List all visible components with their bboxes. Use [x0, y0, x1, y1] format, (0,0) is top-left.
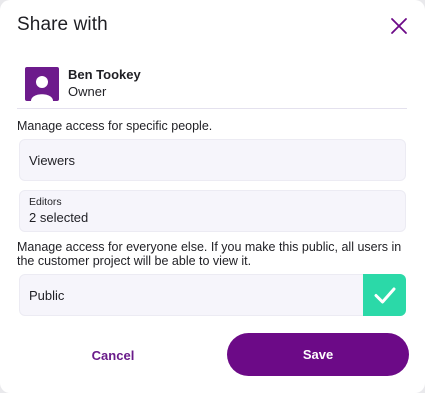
editors-value: 2 selected	[29, 210, 89, 225]
public-label: Public	[29, 288, 65, 303]
close-icon[interactable]	[389, 16, 409, 36]
public-checkbox[interactable]	[363, 274, 406, 316]
owner-name: Ben Tookey	[68, 67, 141, 82]
owner-row: Ben Tookey Owner	[25, 67, 141, 101]
save-button[interactable]: Save	[227, 333, 409, 376]
editors-field[interactable]: Editors 2 selected	[19, 190, 406, 232]
divider	[17, 108, 407, 109]
avatar	[25, 67, 59, 101]
cancel-button[interactable]: Cancel	[70, 335, 156, 375]
close-button[interactable]	[389, 16, 409, 36]
owner-role: Owner	[68, 84, 107, 99]
everyone-else-heading: Manage access for everyone else. If you …	[17, 240, 402, 268]
editors-label: Editors	[29, 196, 62, 208]
dialog-title: Share with	[17, 14, 108, 35]
specific-people-heading: Manage access for specific people.	[17, 119, 213, 133]
viewers-field[interactable]: Viewers	[19, 139, 406, 181]
viewers-value: Viewers	[29, 153, 76, 168]
public-field[interactable]: Public	[19, 274, 406, 316]
checkmark-icon	[374, 287, 395, 304]
person-icon	[31, 76, 53, 101]
share-dialog: Share with Ben Tookey Owner Manage acces…	[0, 0, 425, 393]
